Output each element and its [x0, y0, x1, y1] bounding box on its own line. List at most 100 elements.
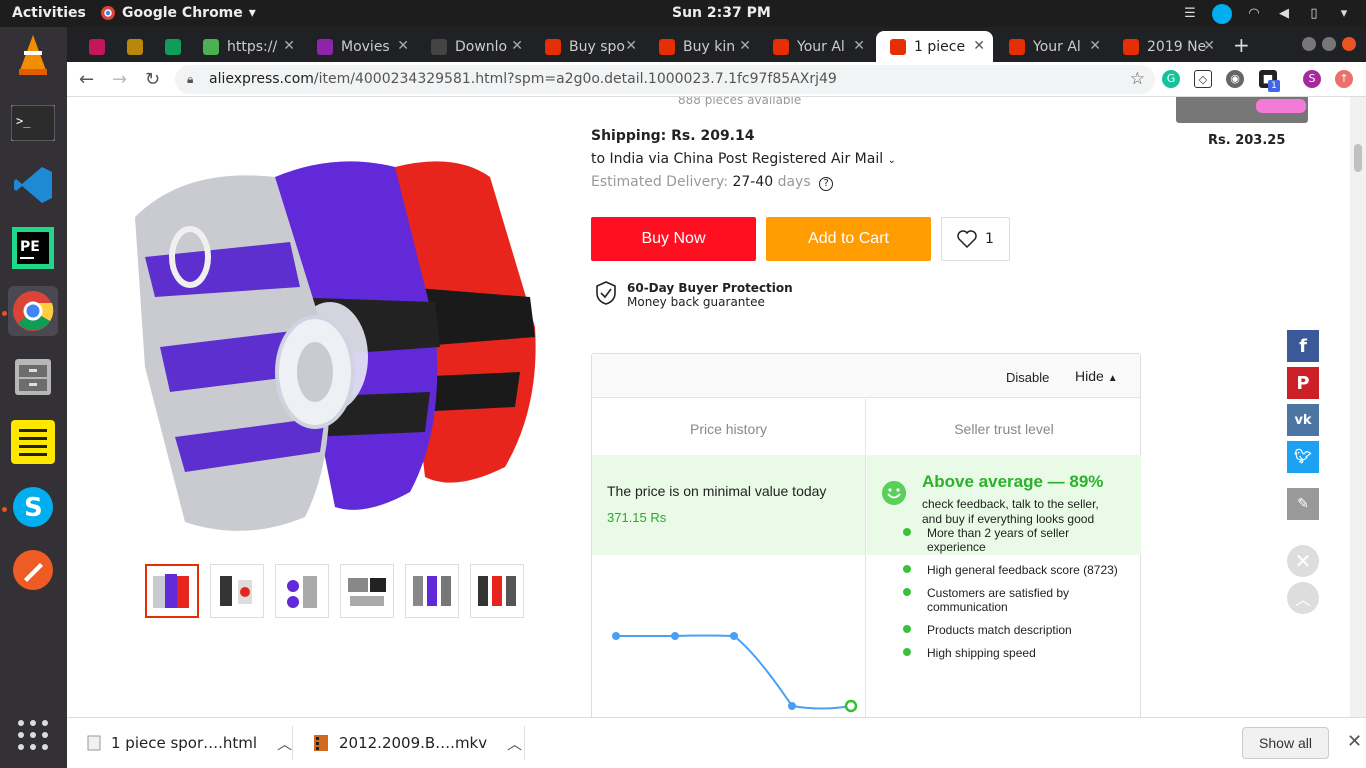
close-tab-icon[interactable]: ✕: [1089, 38, 1101, 54]
close-tab-icon[interactable]: ✕: [1203, 38, 1215, 54]
close-tab-icon[interactable]: ✕: [739, 38, 751, 54]
show-applications-button[interactable]: [8, 710, 58, 760]
pinterest-share-icon[interactable]: P: [1287, 367, 1319, 399]
show-all-downloads-button[interactable]: Show all: [1242, 727, 1329, 759]
system-tray[interactable]: ☰ ◠ ◀ ▯ ▾: [1182, 4, 1352, 24]
close-circle-icon[interactable]: ✕: [1287, 545, 1319, 577]
profile-avatar[interactable]: S: [1303, 70, 1321, 88]
url-text[interactable]: aliexpress.com/item/4000234329581.html?s…: [209, 71, 837, 87]
back-arrow-icon[interactable]: ←: [79, 69, 94, 90]
close-tab-icon[interactable]: ✕: [625, 38, 637, 54]
activities-button[interactable]: Activities: [12, 5, 86, 21]
thumbnail-image: [287, 576, 317, 608]
thumbnail-1[interactable]: [145, 564, 199, 618]
tab-9-active[interactable]: 1 piece ✕: [876, 31, 993, 62]
maximize-button[interactable]: [1322, 37, 1336, 51]
close-tab-icon[interactable]: ✕: [283, 38, 295, 54]
tab-11[interactable]: 2019 Ne ✕: [1109, 31, 1223, 62]
tab-2[interactable]: [151, 31, 189, 62]
vlc-launcher[interactable]: [8, 30, 58, 80]
tab-7[interactable]: Buy kin ✕: [645, 31, 759, 62]
price-point[interactable]: [612, 632, 620, 640]
thumbnail-5[interactable]: [405, 564, 459, 618]
protection-subtitle: Money back guarantee: [627, 295, 765, 309]
tab-10[interactable]: Your Al ✕: [995, 31, 1109, 62]
price-point[interactable]: [788, 702, 796, 710]
close-tab-icon[interactable]: ✕: [511, 38, 523, 54]
clock[interactable]: Sun 2:37 PM: [672, 5, 771, 21]
battery-icon[interactable]: ▯: [1306, 6, 1322, 22]
disable-link[interactable]: Disable: [1006, 370, 1049, 385]
close-tab-icon[interactable]: ✕: [397, 38, 409, 54]
terminal-launcher[interactable]: >_: [8, 98, 58, 148]
recommended-product-image[interactable]: [1176, 97, 1308, 123]
url-host: aliexpress.com: [209, 71, 314, 87]
price-point[interactable]: [671, 632, 679, 640]
menu-icon[interactable]: ☰: [1182, 6, 1198, 22]
vk-share-icon[interactable]: vk: [1287, 404, 1319, 436]
est-value: 27-40: [732, 174, 774, 190]
chevron-up-icon[interactable]: ︿: [277, 733, 292, 754]
tab-3[interactable]: https:// ✕: [189, 31, 303, 62]
tab-1[interactable]: [113, 31, 151, 62]
vscode-launcher[interactable]: [8, 160, 58, 210]
postman-launcher[interactable]: [8, 545, 58, 595]
bookmark-star-icon[interactable]: ☆: [1130, 69, 1145, 89]
skype-tray-icon[interactable]: [1212, 4, 1232, 24]
facebook-share-icon[interactable]: f: [1287, 330, 1319, 362]
price-point[interactable]: [730, 632, 738, 640]
forward-arrow-icon[interactable]: →: [112, 69, 127, 90]
list-item: Customers are satisfied by communication: [903, 586, 1123, 614]
scroll-top-icon[interactable]: ︿: [1287, 582, 1319, 614]
est-label: Estimated Delivery:: [591, 174, 728, 190]
tab-4[interactable]: Movies ✕: [303, 31, 417, 62]
wifi-icon[interactable]: ◠: [1246, 6, 1262, 22]
help-icon[interactable]: ?: [819, 177, 834, 191]
grammarly-icon[interactable]: G: [1162, 70, 1180, 88]
pencil-icon[interactable]: ✎: [1287, 488, 1319, 520]
thumbnail-2[interactable]: [210, 564, 264, 618]
product-main-image[interactable]: [125, 147, 545, 547]
hide-toggle[interactable]: Hide ▲: [1075, 368, 1118, 384]
new-tab-button[interactable]: +: [1233, 33, 1250, 57]
thumbnail-3[interactable]: [275, 564, 329, 618]
close-tab-icon[interactable]: ✕: [853, 38, 865, 54]
chevron-up-icon[interactable]: ︿: [507, 733, 522, 754]
pycharm-launcher[interactable]: PE: [8, 223, 58, 273]
chrome-launcher[interactable]: [8, 286, 58, 336]
address-bar[interactable]: 🔒︎ aliexpress.com/item/4000234329581.htm…: [175, 65, 1155, 94]
update-arrow-icon[interactable]: ↑: [1335, 70, 1353, 88]
close-downloads-icon[interactable]: ✕: [1347, 731, 1362, 752]
scrollbar-thumb[interactable]: [1354, 144, 1362, 172]
tab-0[interactable]: [75, 31, 113, 62]
volume-icon[interactable]: ◀: [1276, 6, 1292, 22]
add-to-cart-button[interactable]: Add to Cart: [766, 217, 931, 261]
files-launcher[interactable]: [8, 352, 58, 402]
download-item-1[interactable]: 1 piece spor….html ︿: [87, 728, 292, 758]
price-history-chart[interactable]: [592, 559, 866, 717]
current-price-point[interactable]: [844, 699, 858, 713]
reload-icon[interactable]: ↻: [145, 69, 160, 90]
film-extension-icon[interactable]: ◉: [1226, 70, 1244, 88]
minimize-button[interactable]: [1302, 37, 1316, 51]
price-history-column: Price history The price is on minimal va…: [592, 399, 866, 717]
thumbnail-6[interactable]: [470, 564, 524, 618]
twitter-share-icon[interactable]: 🐦︎: [1287, 441, 1319, 473]
tab-5[interactable]: Downlo ✕: [417, 31, 531, 62]
browser-toolbar: ← → ↻ 🔒︎ aliexpress.com/item/40002343295…: [67, 62, 1366, 97]
page-scrollbar[interactable]: [1350, 97, 1366, 717]
tab-8[interactable]: Your Al ✕: [759, 31, 873, 62]
close-window-button[interactable]: [1342, 37, 1356, 51]
wishlist-button[interactable]: 1: [941, 217, 1010, 261]
close-tab-icon[interactable]: ✕: [973, 38, 985, 54]
notes-launcher[interactable]: [8, 417, 58, 467]
app-menu[interactable]: Google Chrome ▾: [100, 5, 256, 21]
cube-extension-icon[interactable]: ◇: [1194, 70, 1212, 88]
tab-6[interactable]: Buy spo ✕: [531, 31, 645, 62]
download-item-2[interactable]: 2012.2009.B….mkv ︿: [313, 728, 522, 758]
buy-now-button[interactable]: Buy Now: [591, 217, 756, 261]
thumbnail-4[interactable]: [340, 564, 394, 618]
skype-launcher[interactable]: S: [8, 482, 58, 532]
chevron-down-icon[interactable]: ▾: [1336, 6, 1352, 22]
shipping-method-select[interactable]: to India via China Post Registered Air M…: [591, 151, 896, 167]
